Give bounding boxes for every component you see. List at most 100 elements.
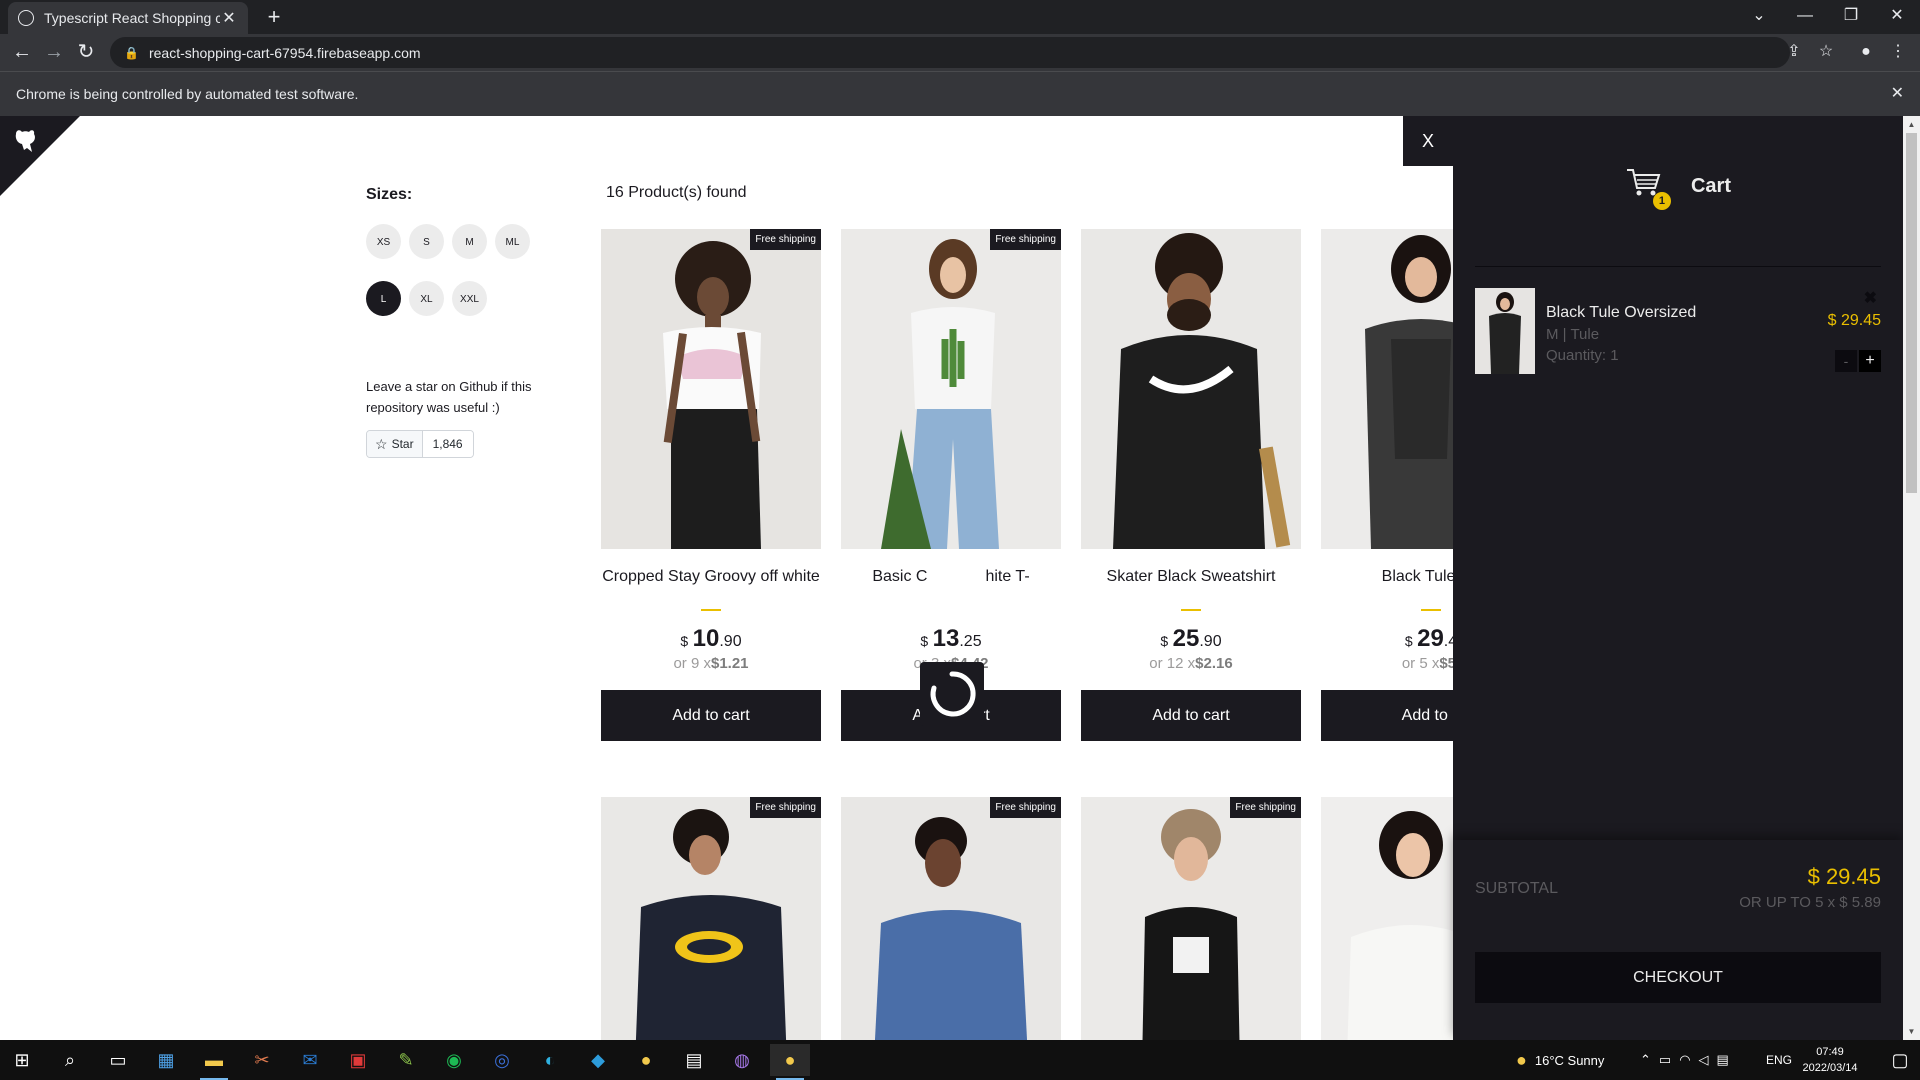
size-chip-s[interactable]: S bbox=[409, 224, 444, 259]
product-title-end: hite T- bbox=[985, 568, 1030, 585]
remove-item-icon[interactable]: ✖ bbox=[1864, 288, 1877, 308]
cart-item-quantity: Quantity: 1 bbox=[1546, 347, 1619, 364]
size-chip-m[interactable]: M bbox=[452, 224, 487, 259]
forward-icon[interactable]: → bbox=[40, 39, 68, 67]
cart-icon: 1 bbox=[1625, 166, 1671, 210]
reload-icon[interactable]: ↻ bbox=[72, 39, 100, 67]
task-view-icon[interactable]: ▭ bbox=[98, 1044, 138, 1076]
menu-kebab-icon[interactable]: ⋮ bbox=[1884, 39, 1912, 67]
weather-widget[interactable]: ● 16°C Sunny bbox=[1516, 1040, 1604, 1080]
product-image[interactable] bbox=[1321, 797, 1461, 1040]
scroll-up-icon[interactable]: ▲ bbox=[1903, 116, 1920, 133]
keyboard-icon[interactable]: ▤ bbox=[1717, 1052, 1737, 1068]
notifications-icon[interactable]: ▢ bbox=[1880, 1044, 1920, 1076]
add-to-cart-button[interactable]: Add to c bbox=[1321, 690, 1461, 741]
product-price: $ 29.4 bbox=[1321, 625, 1461, 653]
price-currency: $ bbox=[1404, 633, 1413, 649]
chrome-icon[interactable]: ● bbox=[626, 1044, 666, 1076]
product-card[interactable]: Free shipping bbox=[601, 797, 821, 1040]
wifi-icon[interactable]: ◠ bbox=[1679, 1052, 1698, 1068]
checkout-button[interactable]: CHECKOUT bbox=[1475, 952, 1881, 1003]
add-to-cart-button[interactable]: Add to cart bbox=[601, 690, 821, 741]
clock[interactable]: 07:49 2022/03/14 bbox=[1794, 1044, 1866, 1076]
restore-button[interactable]: ❐ bbox=[1828, 0, 1874, 34]
infobar-close-icon[interactable]: ✕ bbox=[1891, 83, 1904, 103]
installments-value: $2.16 bbox=[1195, 655, 1233, 672]
github-star-button[interactable]: ☆ Star 1,846 bbox=[366, 430, 474, 458]
tab-close-icon[interactable]: ✕ bbox=[220, 8, 238, 28]
product-card[interactable]: Black Tule Ov $ 29.4 or 5 x$5. Add to c bbox=[1321, 229, 1461, 741]
price-currency: $ bbox=[680, 633, 689, 649]
battery-icon[interactable]: ▭ bbox=[1659, 1052, 1679, 1068]
volume-icon[interactable]: ◁ bbox=[1699, 1052, 1717, 1068]
size-chip-xl[interactable]: XL bbox=[409, 281, 444, 316]
outlook-icon[interactable]: ✉ bbox=[290, 1044, 330, 1076]
github-octocat-icon[interactable] bbox=[10, 126, 44, 156]
increase-quantity-button[interactable]: + bbox=[1859, 350, 1881, 372]
spotify-icon[interactable]: ◉ bbox=[434, 1044, 474, 1076]
scrollbar-thumb[interactable] bbox=[1906, 133, 1917, 493]
clock-time: 07:49 bbox=[1816, 1046, 1844, 1058]
product-image[interactable]: Free shipping bbox=[1081, 797, 1301, 1040]
windows-start-icon[interactable]: ⊞ bbox=[2, 1044, 42, 1076]
spinner-icon bbox=[930, 671, 976, 717]
sizes-title: Sizes: bbox=[366, 186, 413, 203]
product-image[interactable]: Free shipping bbox=[841, 797, 1061, 1040]
edge-icon[interactable]: ◐ bbox=[530, 1044, 570, 1076]
url-text: react-shopping-cart-67954.firebaseapp.co… bbox=[148, 44, 421, 61]
github-desktop-icon[interactable]: ◍ bbox=[722, 1044, 762, 1076]
system-tray-icons[interactable]: ⌃ ▭ ◠ ◁ ▤ bbox=[1640, 1040, 1737, 1080]
address-bar[interactable]: 🔒 react-shopping-cart-67954.firebaseapp.… bbox=[110, 37, 1790, 68]
scroll-down-icon[interactable]: ▼ bbox=[1903, 1023, 1920, 1040]
page-scrollbar[interactable]: ▲ ▼ bbox=[1903, 116, 1920, 1040]
product-image[interactable] bbox=[1081, 229, 1301, 549]
profile-icon[interactable]: ● bbox=[1852, 39, 1880, 67]
product-card[interactable] bbox=[1321, 797, 1461, 1040]
product-title: Cropped Stay Groovy off white bbox=[602, 568, 820, 585]
chrome-active-icon[interactable]: ● bbox=[770, 1044, 810, 1080]
size-chip-xxl[interactable]: XXL bbox=[452, 281, 487, 316]
lock-icon[interactable]: 🔒 bbox=[124, 46, 139, 60]
browser-toolbar: ← → ↻ 🔒 react-shopping-cart-67954.fireba… bbox=[0, 34, 1920, 71]
product-image[interactable] bbox=[1321, 229, 1461, 549]
product-image[interactable]: Free shipping bbox=[601, 797, 821, 1040]
terminal-icon[interactable]: ▤ bbox=[674, 1044, 714, 1076]
share-icon[interactable]: ⇪ bbox=[1780, 39, 1808, 67]
new-tab-button[interactable]: + bbox=[260, 4, 288, 32]
file-explorer-icon[interactable]: ▬ bbox=[194, 1044, 234, 1080]
back-icon[interactable]: ← bbox=[8, 39, 36, 67]
github-star-count[interactable]: 1,846 bbox=[422, 431, 473, 457]
clock-date: 2022/03/14 bbox=[1802, 1062, 1858, 1074]
vscode-icon[interactable]: ◆ bbox=[578, 1044, 618, 1076]
language-indicator[interactable]: ENG bbox=[1766, 1040, 1792, 1080]
add-to-cart-button[interactable]: Add to cart bbox=[1081, 690, 1301, 741]
size-chip-l[interactable]: L bbox=[366, 281, 401, 316]
product-card[interactable]: Free shipping Cropped Stay Groovy off wh… bbox=[601, 229, 821, 741]
snipping-tool-icon[interactable]: ✂ bbox=[242, 1044, 282, 1076]
close-window-button[interactable]: ✕ bbox=[1874, 0, 1920, 34]
bookmark-star-icon[interactable]: ☆ bbox=[1812, 39, 1840, 67]
cart-close-button[interactable]: X bbox=[1403, 116, 1453, 166]
notepad-icon[interactable]: ✎ bbox=[386, 1044, 426, 1076]
subtotal-installments: OR UP TO 5 x $ 5.89 bbox=[1739, 894, 1881, 911]
github-star-label[interactable]: ☆ Star bbox=[367, 431, 423, 457]
search-icon[interactable]: ⌕ bbox=[50, 1044, 90, 1076]
browser-tab[interactable]: Typescript React Shopping cart ✕ bbox=[8, 2, 248, 34]
steam-icon[interactable]: ◎ bbox=[482, 1044, 522, 1076]
size-chip-xs[interactable]: XS bbox=[366, 224, 401, 259]
size-chip-ml[interactable]: ML bbox=[495, 224, 530, 259]
tab-search-icon[interactable]: ⌄ bbox=[1736, 0, 1782, 34]
minimize-button[interactable]: — bbox=[1782, 0, 1828, 34]
product-card[interactable]: Free shipping bbox=[1081, 797, 1301, 1040]
cart-item-price: $ 29.45 bbox=[1827, 312, 1881, 329]
product-card[interactable]: Free shipping bbox=[841, 797, 1061, 1040]
chevron-up-icon[interactable]: ⌃ bbox=[1640, 1052, 1659, 1068]
product-image[interactable]: Free shipping bbox=[601, 229, 821, 549]
free-shipping-badge: Free shipping bbox=[990, 229, 1061, 250]
decrease-quantity-button[interactable]: - bbox=[1835, 350, 1857, 372]
calculator-icon[interactable]: ▦ bbox=[146, 1044, 186, 1076]
video-editor-icon[interactable]: ▣ bbox=[338, 1044, 378, 1076]
product-card[interactable]: Skater Black Sweatshirt $ 25.90 or 12 x$… bbox=[1081, 229, 1301, 741]
free-shipping-badge: Free shipping bbox=[750, 797, 821, 818]
product-image[interactable]: Free shipping bbox=[841, 229, 1061, 549]
